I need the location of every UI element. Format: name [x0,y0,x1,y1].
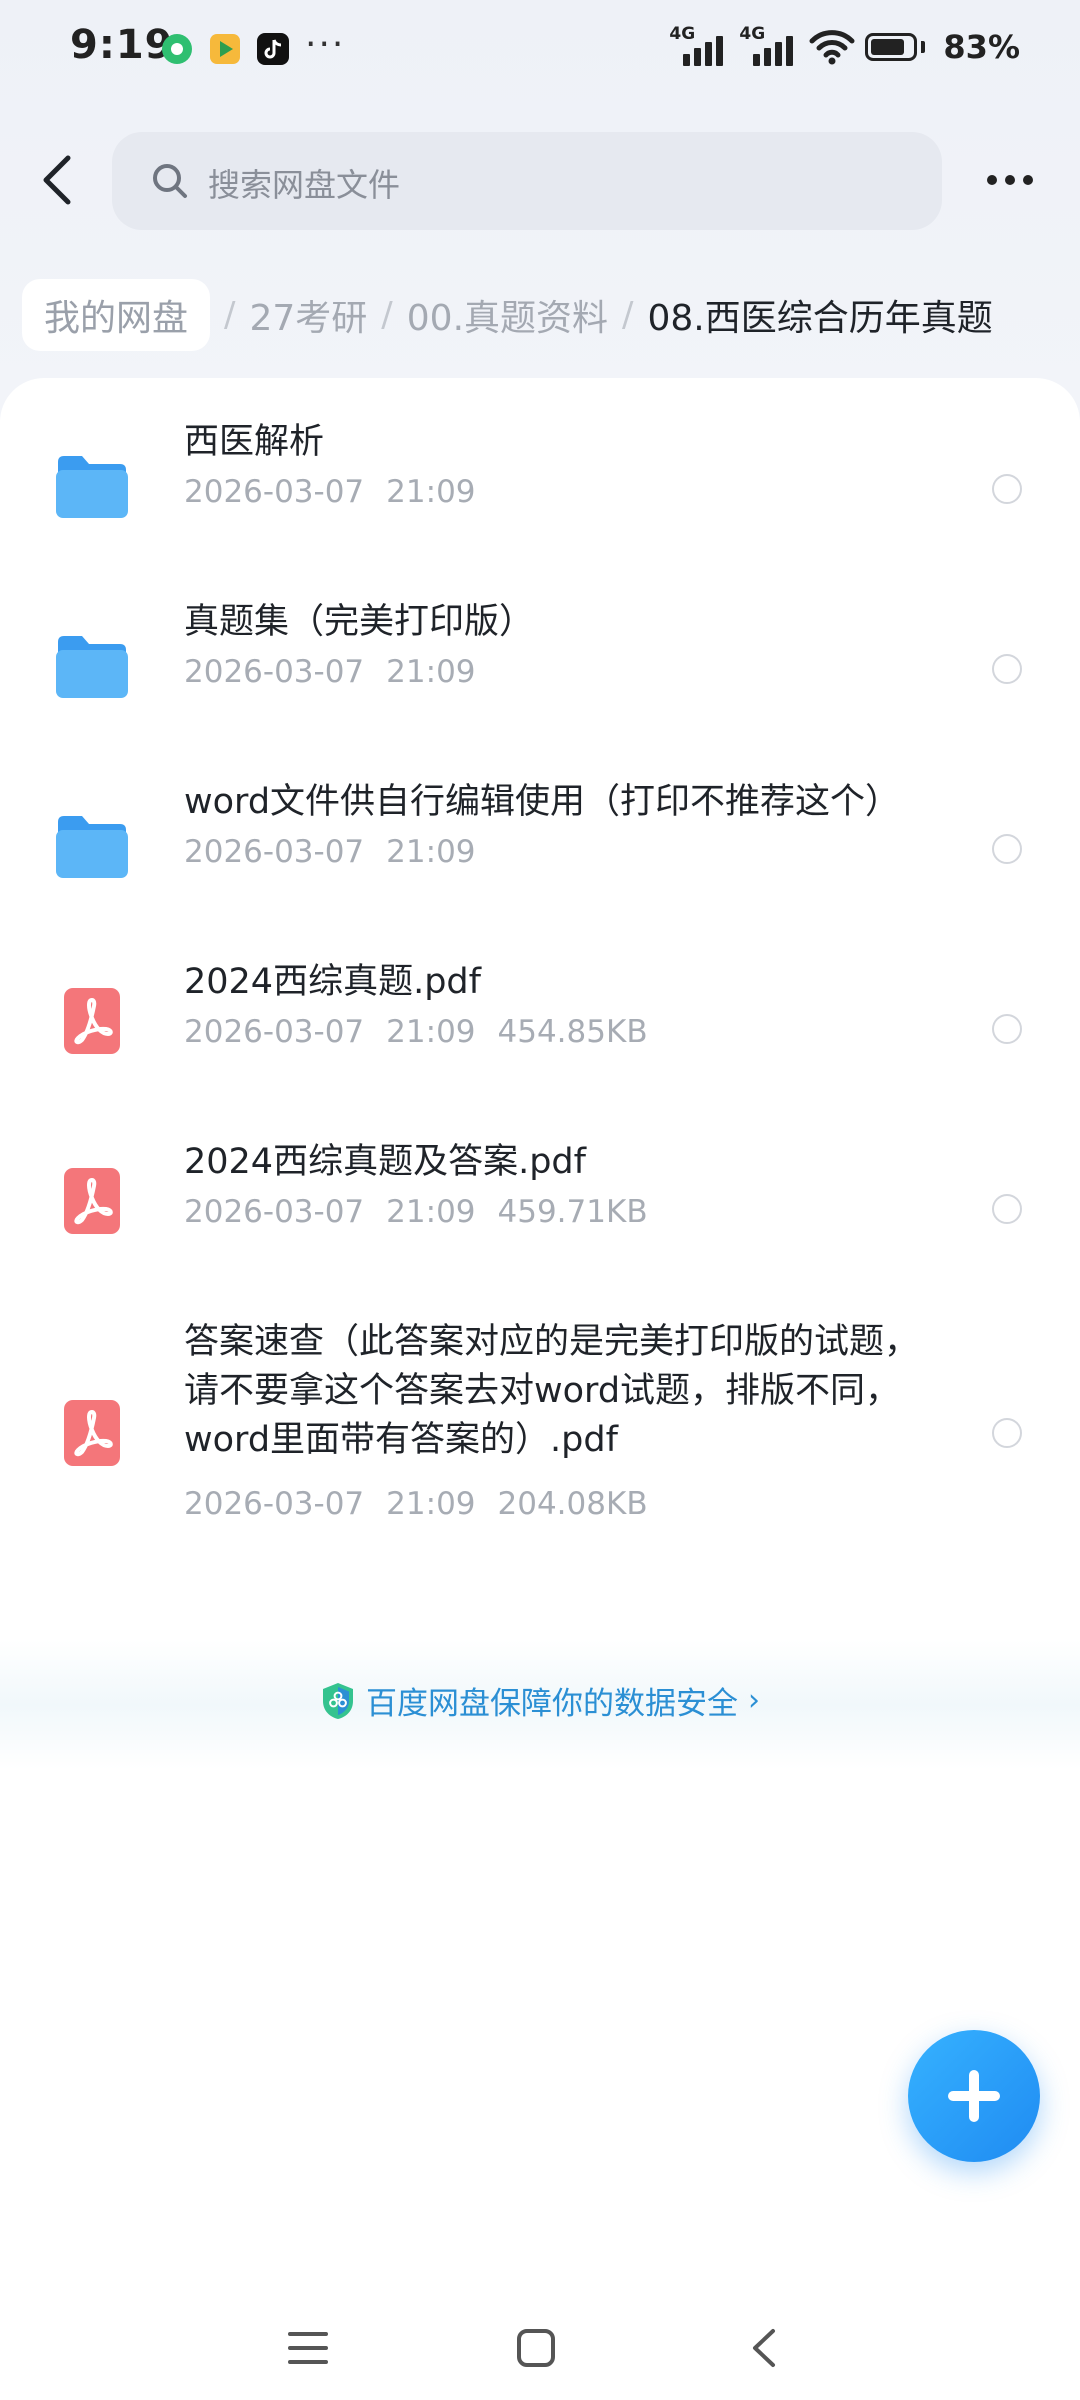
app-notification-icon-2 [208,32,242,66]
signal-icon-1: 4G [669,24,729,70]
list-item[interactable]: 答案速查（此答案对应的是完美打印版的试题，请不要拿这个答案去对word试题，排版… [0,1318,1080,1522]
list-item[interactable]: word文件供自行编辑使用（打印不推荐这个） 2026-03-07 21:09 [0,778,1080,928]
safety-text: 百度网盘保障你的数据安全 [366,1686,738,1722]
file-name: 2024西综真题.pdf [184,962,481,1002]
file-size: 454.85KB [497,1014,648,1050]
file-time: 21:09 [386,834,476,870]
status-time: 9:19 [70,22,174,68]
menu-icon [288,2332,328,2364]
file-date: 2026-03-07 [184,474,365,510]
more-dot [987,175,997,185]
file-date: 2026-03-07 [184,1194,365,1230]
select-radio[interactable] [992,1014,1022,1044]
pdf-icon [64,1400,120,1466]
breadcrumb-current: 08.西医综合历年真题 [647,298,993,339]
file-name: 答案速查（此答案对应的是完美打印版的试题，请不要拿这个答案去对word试题，排版… [184,1322,920,1460]
status-indicators: 4G 4G 83% [669,22,1020,72]
breadcrumb-separator: / [381,295,393,335]
list-item[interactable]: 2024西综真题.pdf 2026-03-07 21:09 454.85KB [0,958,1080,1108]
file-meta: 2026-03-07 21:09 [184,834,476,870]
system-nav-bar [0,2300,1080,2400]
app-notification-icon-1 [160,32,194,66]
battery-icon [865,33,926,61]
file-meta: 2026-03-07 21:09 459.71KB [184,1194,648,1230]
pdf-icon [64,988,120,1054]
nav-back-button[interactable] [734,2318,794,2378]
chevron-left-icon [753,2329,775,2367]
folder-icon [56,816,128,878]
file-time: 21:09 [386,1486,476,1522]
status-bar: 9:19 ··· 4G 4G 83% [0,0,1080,100]
file-time: 21:09 [386,474,476,510]
breadcrumb: 我的网盘 / 27考研 / 00.真题资料 / 08.西医综合历年真题 [22,279,993,351]
folder-icon [56,456,128,518]
file-name: 真题集（完美打印版） [184,602,535,642]
battery-percent: 83% [943,28,1020,66]
search-icon [153,164,187,198]
select-radio[interactable] [992,834,1022,864]
select-radio[interactable] [992,474,1022,504]
file-name: 2024西综真题及答案.pdf [184,1142,586,1182]
file-name: 西医解析 [184,422,325,462]
folder-icon [56,636,128,698]
select-radio[interactable] [992,1194,1022,1224]
more-dot [1023,175,1033,185]
list-item[interactable]: 西医解析 2026-03-07 21:09 [0,418,1080,568]
file-meta: 2026-03-07 21:09 204.08KB [184,1486,648,1522]
breadcrumb-item[interactable]: 00.真题资料 [407,289,608,341]
add-button[interactable] [908,2030,1040,2162]
app-notification-icon-3 [256,32,290,66]
file-time: 21:09 [386,1014,476,1050]
chevron-left-icon [43,155,71,205]
square-icon [517,2329,555,2367]
more-dot [1005,175,1015,185]
file-time: 21:09 [386,1194,476,1230]
file-date: 2026-03-07 [184,834,365,870]
breadcrumb-root[interactable]: 我的网盘 [22,279,211,351]
status-overflow: ··· [305,24,346,65]
pdf-icon [64,1168,120,1234]
safety-link[interactable]: 百度网盘保障你的数据安全 › [0,1678,1080,1723]
file-meta: 2026-03-07 21:09 [184,654,476,690]
breadcrumb-separator: / [224,295,236,335]
shield-icon [323,1682,353,1719]
file-meta: 2026-03-07 21:09 [184,474,476,510]
select-radio[interactable] [992,654,1022,684]
nav-menu-button[interactable] [278,2318,338,2378]
search-input[interactable]: 搜索网盘文件 [112,132,942,230]
file-date: 2026-03-07 [184,654,365,690]
search-placeholder: 搜索网盘文件 [208,166,401,204]
file-date: 2026-03-07 [184,1014,365,1050]
breadcrumb-item[interactable]: 27考研 [249,289,367,341]
back-button[interactable] [28,150,88,210]
file-name: word文件供自行编辑使用（打印不推荐这个） [184,782,901,822]
chevron-right-icon: › [748,1683,760,1718]
safety-banner[interactable]: 百度网盘保障你的数据安全 › [0,1640,1080,1770]
wifi-icon [809,27,855,67]
file-time: 21:09 [386,654,476,690]
file-size: 204.08KB [497,1486,648,1522]
list-item[interactable]: 2024西综真题及答案.pdf 2026-03-07 21:09 459.71KB [0,1138,1080,1288]
more-options-button[interactable] [975,150,1045,210]
list-item[interactable]: 真题集（完美打印版） 2026-03-07 21:09 [0,598,1080,748]
signal-icon-2: 4G [739,24,799,70]
file-size: 459.71KB [497,1194,648,1230]
select-radio[interactable] [992,1418,1022,1448]
file-date: 2026-03-07 [184,1486,365,1522]
nav-home-button[interactable] [506,2318,566,2378]
file-meta: 2026-03-07 21:09 454.85KB [184,1014,648,1050]
breadcrumb-separator: / [622,295,634,335]
